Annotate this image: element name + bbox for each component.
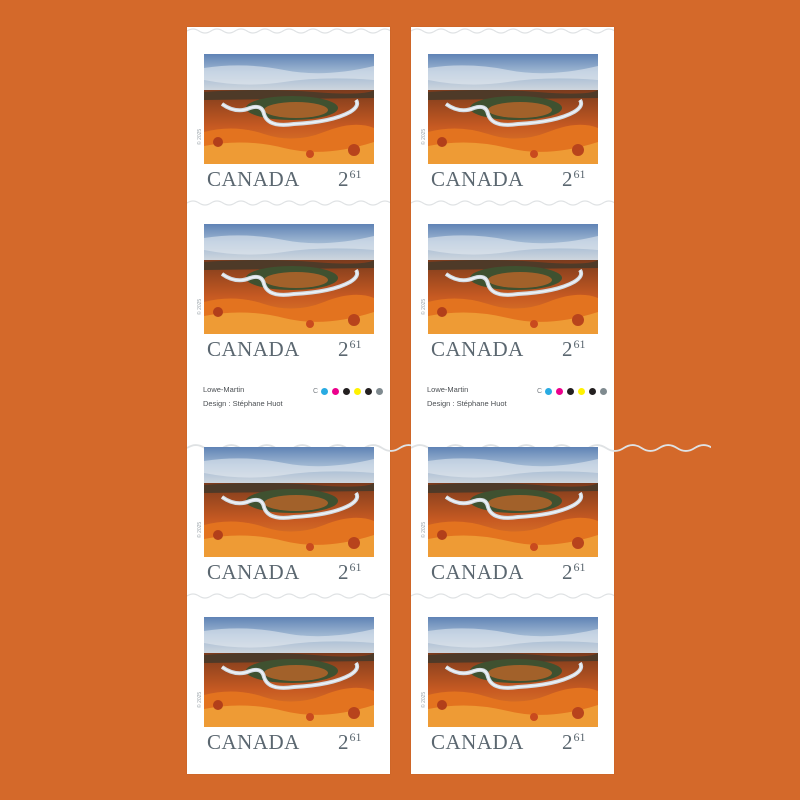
gray-dot (376, 387, 384, 395)
black-dot (567, 387, 575, 395)
denomination-main: 2 (338, 730, 349, 754)
register-marks: C (537, 386, 611, 396)
design-credit: Design : Stéphane Huot (203, 399, 283, 408)
stamp: © 2025 CANADA 261 (411, 590, 614, 774)
wave-perforation (187, 199, 390, 207)
wave-perforation (411, 592, 614, 600)
stamp-booklet-right: © 2025 CANADA 261 © 2025 CANADA 261 Lowe… (411, 27, 614, 774)
stamp-copyright: © 2025 (421, 298, 427, 315)
yellow-dot (354, 387, 362, 395)
registration-symbol: C (537, 387, 543, 395)
stamp-country: CANADA (207, 167, 300, 191)
stamp-country: CANADA (431, 167, 524, 191)
stamp-photo (428, 224, 598, 334)
stamp-photo (204, 617, 374, 727)
stamp-copyright: © 2025 (421, 128, 427, 145)
stamp-denomination: 261 (338, 167, 362, 192)
magenta-dot (332, 387, 340, 395)
stamp: © 2025 CANADA 261 (411, 197, 614, 373)
stamp-photo (428, 54, 598, 164)
denomination-cents: 61 (349, 730, 362, 744)
denomination-main: 2 (338, 167, 349, 191)
stamp: © 2025 CANADA 261 (187, 590, 390, 774)
stamp-denomination: 261 (338, 560, 362, 585)
denomination-main: 2 (562, 337, 573, 361)
stamp: © 2025 CANADA 261 (187, 197, 390, 373)
printer-credit: Lowe-Martin (203, 385, 245, 394)
stamp-country: CANADA (207, 730, 300, 754)
wave-perforation (411, 199, 614, 207)
stamp-denomination: 261 (562, 560, 586, 585)
stamp-copyright: © 2025 (197, 521, 203, 538)
stamp-copyright: © 2025 (421, 521, 427, 538)
magenta-dot (556, 387, 564, 395)
stamp-denomination: 261 (338, 337, 362, 362)
stamp-country: CANADA (431, 730, 524, 754)
denomination-cents: 61 (573, 167, 586, 181)
stamp-booklet-left: © 2025 CANADA 261 © 2025 CANADA 261 Lowe… (187, 27, 390, 774)
stamp-copyright: © 2025 (197, 298, 203, 315)
cyan-dot (545, 387, 553, 395)
denomination-main: 2 (562, 167, 573, 191)
wave-perforation (187, 592, 390, 600)
stamp: © 2025 CANADA 261 (411, 420, 614, 590)
stamp-denomination: 261 (338, 730, 362, 755)
denomination-main: 2 (562, 560, 573, 584)
wave-perforation (411, 27, 614, 35)
black-dot (365, 387, 373, 395)
cyan-dot (321, 387, 329, 395)
denomination-cents: 61 (573, 730, 586, 744)
denomination-cents: 61 (349, 167, 362, 181)
denomination-cents: 61 (349, 560, 362, 574)
stamp: © 2025 CANADA 261 (187, 27, 390, 197)
denomination-cents: 61 (349, 337, 362, 351)
stamp-photo (204, 54, 374, 164)
stamp-copyright: © 2025 (421, 691, 427, 708)
stamp-copyright: © 2025 (197, 128, 203, 145)
stamp-denomination: 261 (562, 167, 586, 192)
stamp-denomination: 261 (562, 730, 586, 755)
black-dot (343, 387, 351, 395)
denomination-main: 2 (338, 337, 349, 361)
stamp: © 2025 CANADA 261 (411, 27, 614, 197)
black-dot (589, 387, 597, 395)
stamp: © 2025 CANADA 261 (187, 420, 390, 590)
denomination-main: 2 (338, 560, 349, 584)
printer-credit: Lowe-Martin (427, 385, 469, 394)
stamp-denomination: 261 (562, 337, 586, 362)
denomination-cents: 61 (573, 337, 586, 351)
denomination-main: 2 (562, 730, 573, 754)
gray-dot (600, 387, 608, 395)
stamp-country: CANADA (207, 337, 300, 361)
stamp-photo (428, 617, 598, 727)
stamp-country: CANADA (431, 560, 524, 584)
register-marks: C (313, 386, 387, 396)
denomination-cents: 61 (573, 560, 586, 574)
design-credit: Design : Stéphane Huot (427, 399, 507, 408)
stamp-photo (204, 447, 374, 557)
registration-symbol: C (313, 387, 319, 395)
stamp-copyright: © 2025 (197, 691, 203, 708)
yellow-dot (578, 387, 586, 395)
stamp-country: CANADA (431, 337, 524, 361)
stamp-photo (204, 224, 374, 334)
stamp-photo (428, 447, 598, 557)
wave-perforation (187, 27, 390, 35)
stamp-country: CANADA (207, 560, 300, 584)
